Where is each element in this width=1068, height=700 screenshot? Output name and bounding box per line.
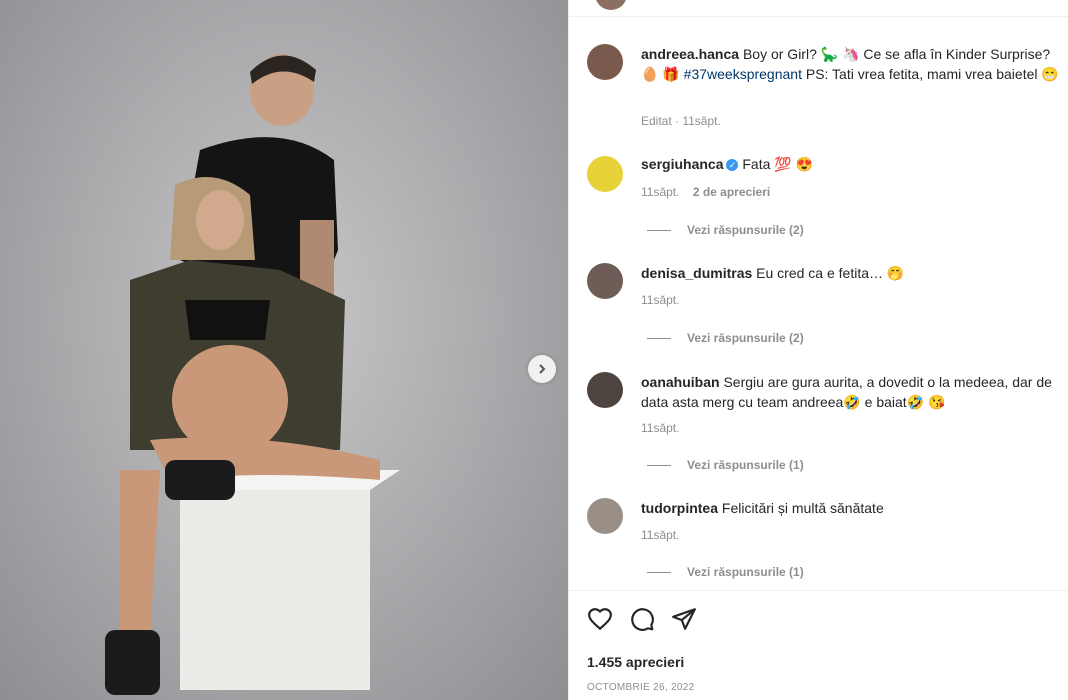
caption-hashtag[interactable]: #37weekspregnant: [684, 66, 802, 82]
replies-label: Vezi răspunsurile (2): [687, 223, 804, 237]
comment-time: 11săpt.: [641, 293, 680, 307]
comment-avatar[interactable]: [587, 498, 623, 534]
caption-text: Boy or Girl? 🦕 🦄 Ce se afla în Kinder Su…: [742, 46, 1051, 62]
post-photo: [0, 0, 568, 700]
comment-time: 11săpt.: [641, 528, 680, 542]
verified-badge-icon: ✓: [726, 159, 739, 172]
replies-dash: [647, 229, 671, 231]
chevron-right-icon: [539, 364, 546, 374]
comment-item: tudorpintea Felicitări și multă sănătate: [641, 498, 1061, 518]
comment-text: Felicitări și multă sănătate: [721, 500, 884, 516]
author-avatar[interactable]: [587, 44, 623, 80]
action-bar: [587, 606, 697, 632]
comment-time: 11săpt.: [641, 421, 680, 435]
comment-item: denisa_dumitras Eu cred ca e fetita… 🤭: [641, 263, 1061, 283]
header-divider: [569, 16, 1068, 17]
comment-avatar[interactable]: [587, 372, 623, 408]
heart-icon[interactable]: [587, 606, 613, 632]
view-replies-button[interactable]: Vezi răspunsurile (2): [647, 331, 804, 345]
comment-item: oanahuiban Sergiu are gura aurita, a dov…: [641, 372, 1061, 412]
post-caption: andreea.hanca Boy or Girl? 🦕 🦄 Ce se afl…: [641, 44, 1061, 84]
actions-divider: [569, 590, 1068, 591]
comment-avatar[interactable]: [587, 156, 623, 192]
comment-username[interactable]: sergiuhanca: [641, 156, 723, 172]
header-avatar[interactable]: [595, 0, 627, 10]
view-replies-button[interactable]: Vezi răspunsurile (1): [647, 458, 804, 472]
next-photo-button[interactable]: [528, 355, 556, 383]
comment-username[interactable]: denisa_dumitras: [641, 265, 752, 281]
comment-text: Fata 💯 😍: [742, 156, 814, 172]
view-replies-button[interactable]: Vezi răspunsurile (2): [647, 223, 804, 237]
caption-emoji: 🥚 🎁: [641, 66, 680, 82]
post-date: OCTOMBRIE 26, 2022: [587, 682, 695, 693]
replies-dash: [647, 571, 671, 573]
caption-emoji-end: 😁: [1041, 66, 1059, 82]
comment-username[interactable]: oanahuiban: [641, 374, 720, 390]
replies-label: Vezi răspunsurile (1): [687, 458, 804, 472]
likes-count[interactable]: 1.455 aprecieri: [587, 654, 684, 670]
comment-likes[interactable]: 2 de aprecieri: [693, 185, 770, 199]
replies-label: Vezi răspunsurile (1): [687, 565, 804, 579]
replies-dash: [647, 464, 671, 466]
comment-avatar[interactable]: [587, 263, 623, 299]
replies-label: Vezi răspunsurile (2): [687, 331, 804, 345]
post-meta: Editat · 11săpt.: [641, 114, 721, 128]
comment-meta: 11săpt. 2 de aprecieri: [641, 185, 1061, 199]
replies-dash: [647, 337, 671, 339]
comment-icon[interactable]: [629, 606, 655, 632]
caption-text-ps: PS: Tati vrea fetita, mami vrea baietel: [805, 66, 1038, 82]
photo-illustration: [105, 54, 400, 695]
share-icon[interactable]: [671, 606, 697, 632]
author-username[interactable]: andreea.hanca: [641, 46, 739, 62]
view-replies-button[interactable]: Vezi răspunsurile (1): [647, 565, 804, 579]
comment-item: sergiuhanca ✓ Fata 💯 😍: [641, 154, 1061, 174]
comment-time: 11săpt.: [641, 185, 680, 199]
comments-panel: andreea.hanca Boy or Girl? 🦕 🦄 Ce se afl…: [568, 0, 1068, 700]
comment-username[interactable]: tudorpintea: [641, 500, 718, 516]
comment-text: Eu cred ca e fetita… 🤭: [756, 265, 905, 281]
